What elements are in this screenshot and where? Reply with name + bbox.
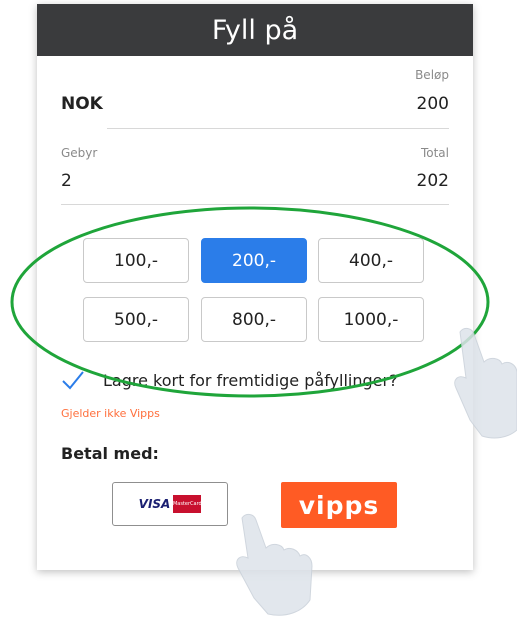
amount-button-label: 100,- [114,250,158,271]
amount-button-800[interactable]: 800,- [201,297,307,342]
mastercard-text: MasterCard [172,501,202,507]
total-label: Total [420,146,449,160]
amount-label: Beløp [415,68,449,82]
vipps-note: Gjelder ikke Vipps [61,407,160,420]
fee-divider [61,204,449,205]
fee-label: Gebyr [61,146,98,160]
amount-button-label: 200,- [232,250,276,271]
page-title: Fyll på [211,14,299,46]
amount-divider [107,128,449,129]
top-up-card: Fyll på Beløp NOK 200 Gebyr Total 2 202 … [37,4,473,570]
total-value: 202 [416,171,449,191]
vipps-logo: vipps [298,490,380,520]
checkmark-icon [62,371,84,390]
mastercard-logo: MasterCard [172,495,202,513]
pay-with-card-button[interactable]: VISA MasterCard [112,482,228,526]
save-card-label: Lagre kort for fremtidige påfyllinger? [103,370,398,390]
save-card-checkbox[interactable]: Lagre kort for fremtidige påfyllinger? [61,370,398,390]
fee-value: 2 [61,171,72,191]
amount-input[interactable]: 200 [417,94,449,114]
currency-label: NOK [61,94,103,114]
amount-button-1000[interactable]: 1000,- [318,297,424,342]
amount-button-500[interactable]: 500,- [83,297,189,342]
amount-button-label: 1000,- [343,309,399,330]
amount-button-label: 500,- [114,309,158,330]
amount-button-100[interactable]: 100,- [83,238,189,283]
pay-with-vipps-button[interactable]: vipps [281,482,397,528]
amount-button-label: 800,- [232,309,276,330]
visa-logo: VISA [138,497,171,511]
payment-title: Betal med: [61,444,159,463]
header-bar: Fyll på [37,4,473,56]
amount-button-400[interactable]: 400,- [318,238,424,283]
amount-button-label: 400,- [349,250,393,271]
amount-button-200[interactable]: 200,- [201,238,307,283]
